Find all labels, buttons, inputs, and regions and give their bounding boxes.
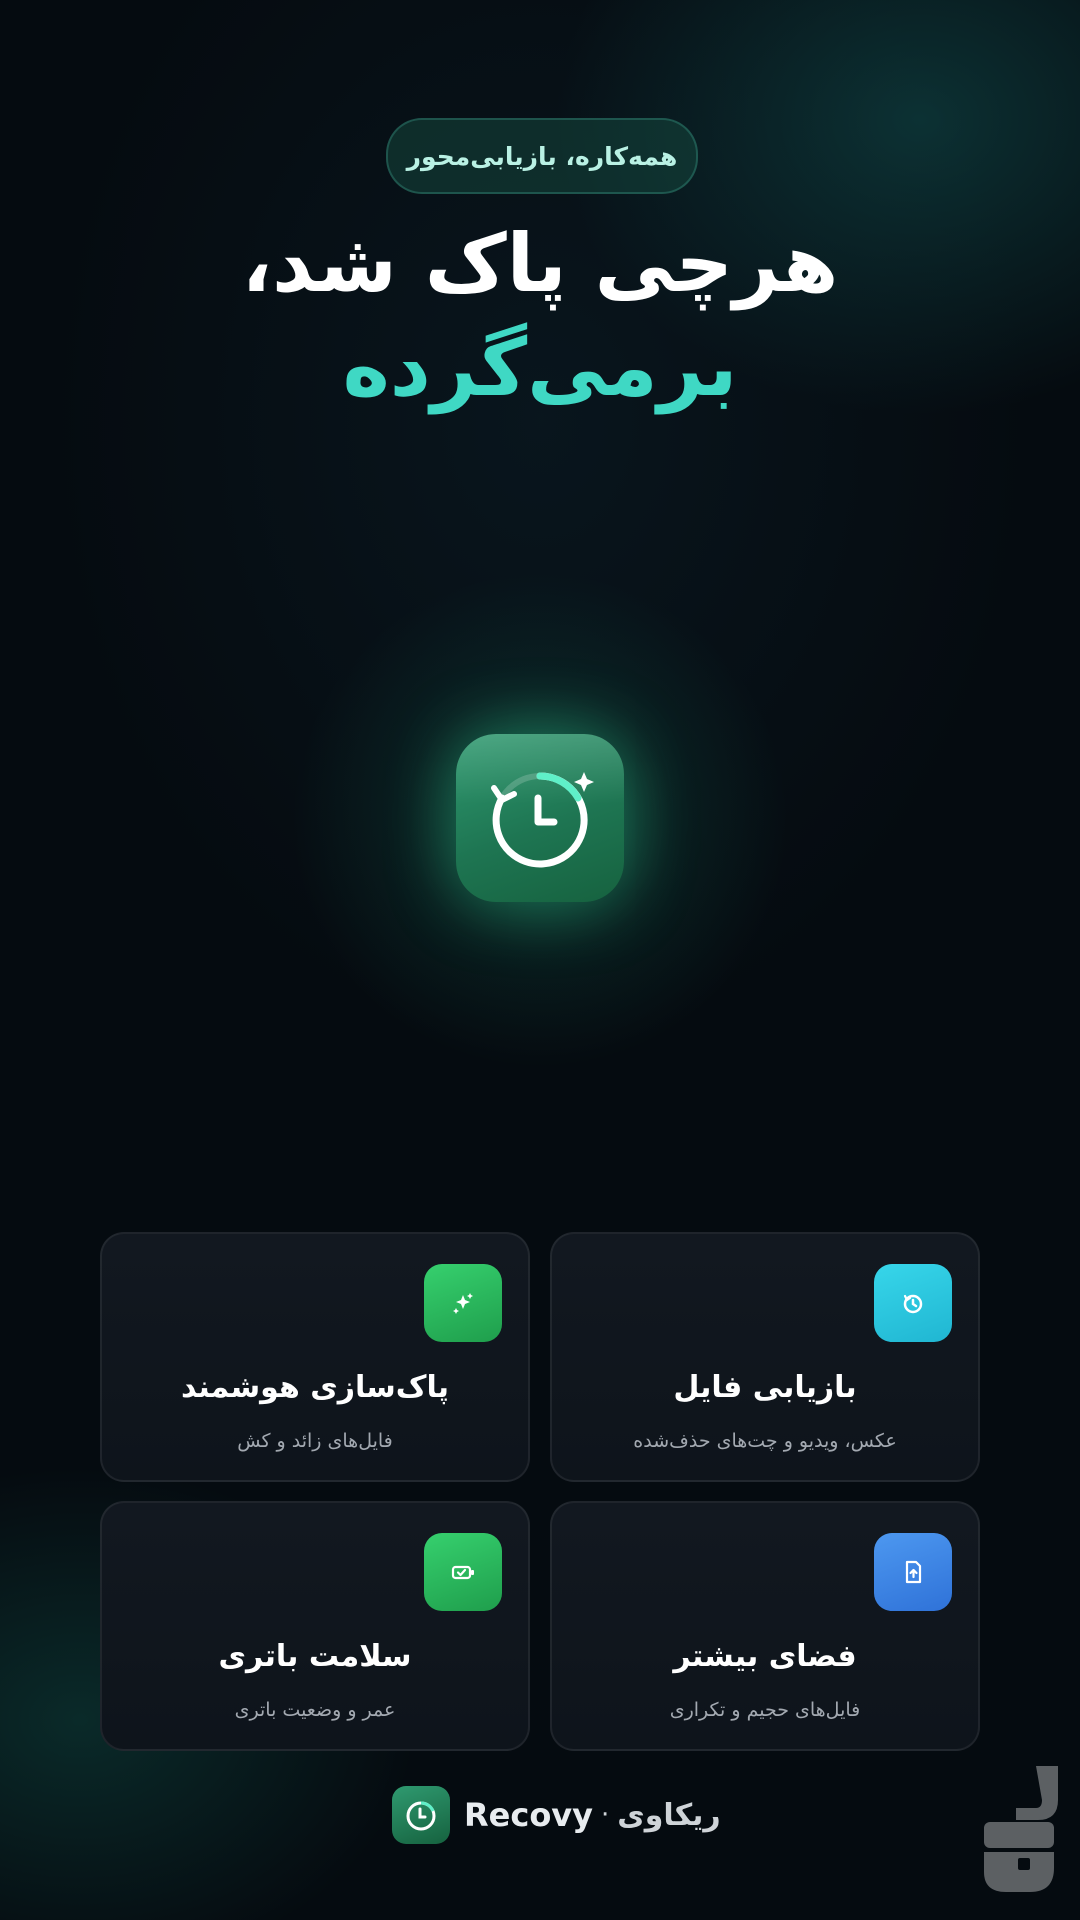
feature-icon-tile	[424, 1264, 502, 1342]
feature-title: فضای بیشتر	[673, 1639, 857, 1674]
feature-title: سلامت باتری	[218, 1639, 412, 1674]
sparkle-icon	[453, 1293, 473, 1314]
category-badge: همه‌کاره، بازیابی‌محور	[386, 118, 698, 194]
brand-name-en: Recovy	[464, 1796, 594, 1834]
restore-clock-icon	[491, 772, 594, 868]
feature-subtitle: عمر و وضعیت باتری	[234, 1699, 396, 1721]
feature-icon-tile	[874, 1264, 952, 1342]
store-watermark-logo	[984, 1766, 1058, 1892]
app-logo	[392, 1786, 450, 1844]
feature-title: پاک‌سازی هوشمند	[180, 1370, 450, 1405]
restore-clock-icon	[903, 1294, 923, 1314]
category-badge-label: همه‌کاره، بازیابی‌محور	[406, 141, 678, 171]
feature-subtitle: فایل‌های حجیم و تکراری	[669, 1699, 861, 1721]
feature-icon-tile	[424, 1533, 502, 1611]
headline-line-2: برمی‌گرده	[342, 321, 738, 414]
restore-clock-icon	[406, 1801, 436, 1831]
brand-name-fa: ریکاوی	[617, 1797, 721, 1833]
headline-line-1: هرچی پاک شد،	[241, 217, 839, 310]
feature-card-more-space[interactable]: فضای بیشتر فایل‌های حجیم و تکراری	[550, 1501, 980, 1751]
feature-icon-tile	[874, 1533, 952, 1611]
file-upload-icon	[905, 1560, 922, 1584]
feature-card-battery-health[interactable]: سلامت باتری عمر و وضعیت باتری	[100, 1501, 530, 1751]
feature-title: بازیابی فایل	[673, 1370, 857, 1405]
brand-separator: ·	[601, 1800, 610, 1830]
feature-subtitle: فایل‌های زائد و کش	[237, 1430, 393, 1452]
feature-card-smart-cleaning[interactable]: پاک‌سازی هوشمند فایل‌های زائد و کش	[100, 1232, 530, 1482]
feature-card-file-recovery[interactable]: بازیابی فایل عکس، ویدیو و چت‌های حذف‌شده	[550, 1232, 980, 1482]
app-icon	[456, 734, 624, 902]
feature-subtitle: عکس، ویدیو و چت‌های حذف‌شده	[633, 1430, 897, 1452]
footer-brand: Recovy · ریکاوی	[392, 1786, 721, 1844]
battery-icon	[451, 1565, 474, 1580]
